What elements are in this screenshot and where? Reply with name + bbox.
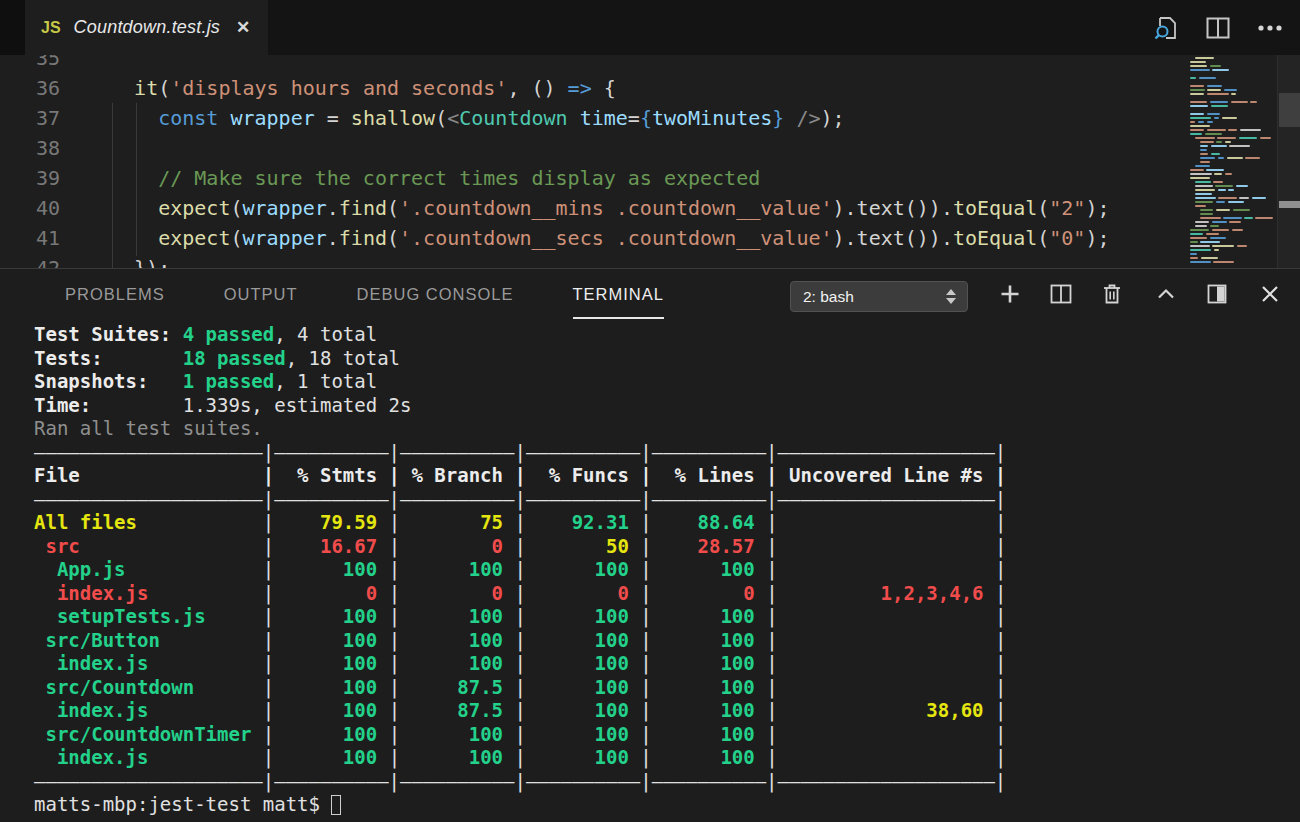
tab-title: Countdown.test.js <box>74 17 220 38</box>
terminal-line: index.js | 100 | 87.5 | 100 | 100 | 38,6… <box>34 699 1006 723</box>
terminal-line: All files | 79.59 | 75 | 92.31 | 88.64 |… <box>34 511 1006 535</box>
line-number: 37 <box>0 103 60 133</box>
indent-guide <box>136 103 137 256</box>
maximize-panel-icon[interactable] <box>1205 282 1229 306</box>
code-line-40: 40 expect(wrapper.find('.countdown__mins… <box>0 193 1190 223</box>
split-editor-icon[interactable] <box>1204 14 1232 42</box>
tab-problems[interactable]: PROBLEMS <box>65 285 165 304</box>
terminal-line: File | % Stmts | % Branch | % Funcs | % … <box>34 464 1006 488</box>
terminal-line: Time: 1.339s, estimated 2s <box>34 394 1006 418</box>
tab-debug-console[interactable]: DEBUG CONSOLE <box>357 285 514 304</box>
scrollbar-thumb[interactable] <box>1279 93 1300 127</box>
tab-terminal[interactable]: TERMINAL <box>573 285 664 304</box>
code-line-39: 39 // Make sure the correct times displa… <box>0 163 1190 193</box>
line-number: 36 <box>0 73 60 103</box>
close-panel-icon[interactable] <box>1258 282 1282 306</box>
panel-tab-bar: PROBLEMS OUTPUT DEBUG CONSOLE TERMINAL <box>65 269 664 319</box>
code-line-41: 41 expect(wrapper.find('.countdown__secs… <box>0 223 1190 253</box>
code-editor[interactable]: 3536 it('displays hours and seconds', ()… <box>0 55 1300 268</box>
editor-scrollbar[interactable] <box>1277 55 1300 268</box>
code-line-42: 42 }); <box>0 253 1190 268</box>
code-text: }); <box>110 253 170 268</box>
line-number: 39 <box>0 163 60 193</box>
code-text: expect(wrapper.find('.countdown__secs .c… <box>110 223 1110 253</box>
collapse-panel-icon[interactable] <box>1154 282 1178 306</box>
terminal-line: index.js | 0 | 0 | 0 | 0 | 1,2,3,4,6 | <box>34 582 1006 606</box>
select-up-arrow <box>946 289 956 295</box>
code-line-35: 35 <box>0 55 1190 73</box>
line-number: 40 <box>0 193 60 223</box>
terminal-line: src/CountdownTimer | 100 | 100 | 100 | 1… <box>34 723 1006 747</box>
indent-guide <box>112 103 113 268</box>
tab-bar-edge <box>0 0 25 55</box>
terminal-output[interactable]: Test Suites: 4 passed, 4 totalTests: 18 … <box>34 323 1006 817</box>
terminal-line: Ran all test suites. <box>34 417 1006 441</box>
bottom-panel: PROBLEMS OUTPUT DEBUG CONSOLE TERMINAL 2… <box>0 268 1300 822</box>
tab-output[interactable]: OUTPUT <box>224 285 298 304</box>
code-line-38: 38 <box>0 133 1190 163</box>
more-actions-icon[interactable] <box>1256 14 1284 42</box>
line-number: 38 <box>0 133 60 163</box>
tab-close-icon[interactable]: ✕ <box>236 17 250 38</box>
code-line-37: 37 const wrapper = shallow(<Countdown ti… <box>0 103 1190 133</box>
terminal-line: Tests: 18 passed, 18 total <box>34 347 1006 371</box>
terminal-line: ––––––––––––––––––––|––––––––––|––––––––… <box>34 441 1006 465</box>
terminal-line: matts-mbp:jest-test matt$ <box>34 793 1006 817</box>
tab-countdown-test[interactable]: JS Countdown.test.js ✕ <box>25 0 268 55</box>
code-text: const wrapper = shallow(<Countdown time=… <box>110 103 845 133</box>
code-text: // Make sure the correct times display a… <box>110 163 760 193</box>
select-down-arrow <box>946 298 956 304</box>
open-preview-icon[interactable] <box>1152 14 1180 42</box>
terminal-select[interactable]: 2: bash <box>790 281 968 312</box>
terminal-line: src | 16.67 | 0 | 50 | 28.57 | | <box>34 535 1006 559</box>
terminal-line: Snapshots: 1 passed, 1 total <box>34 370 1006 394</box>
terminal-line: ––––––––––––––––––––|––––––––––|––––––––… <box>34 488 1006 512</box>
terminal-line: src/Button | 100 | 100 | 100 | 100 | | <box>34 629 1006 653</box>
terminal-select-value: 2: bash <box>803 288 854 305</box>
line-number: 35 <box>0 55 60 73</box>
new-terminal-icon[interactable] <box>998 282 1022 306</box>
scrollbar-marker <box>1279 201 1300 208</box>
terminal-line: index.js | 100 | 100 | 100 | 100 | | <box>34 746 1006 770</box>
terminal-line: index.js | 100 | 100 | 100 | 100 | | <box>34 652 1006 676</box>
terminal-line: src/Countdown | 100 | 87.5 | 100 | 100 |… <box>34 676 1006 700</box>
editor-tab-bar: JS Countdown.test.js ✕ <box>0 0 1300 55</box>
minimap[interactable] <box>1188 57 1276 267</box>
code-text: it('displays hours and seconds', () => { <box>110 73 616 103</box>
line-number: 41 <box>0 223 60 253</box>
code-line-36: 36 it('displays hours and seconds', () =… <box>0 73 1190 103</box>
line-number: 42 <box>0 253 60 268</box>
terminal-cursor <box>331 795 341 815</box>
javascript-file-icon: JS <box>41 19 61 37</box>
kill-terminal-icon[interactable] <box>1100 282 1124 306</box>
terminal-line: ––––––––––––––––––––|––––––––––|––––––––… <box>34 770 1006 794</box>
code-text: expect(wrapper.find('.countdown__mins .c… <box>110 193 1110 223</box>
terminal-line: Test Suites: 4 passed, 4 total <box>34 323 1006 347</box>
code-lines: 3536 it('displays hours and seconds', ()… <box>0 55 1190 268</box>
split-terminal-icon[interactable] <box>1049 282 1073 306</box>
terminal-line: setupTests.js | 100 | 100 | 100 | 100 | … <box>34 605 1006 629</box>
terminal-line: App.js | 100 | 100 | 100 | 100 | | <box>34 558 1006 582</box>
